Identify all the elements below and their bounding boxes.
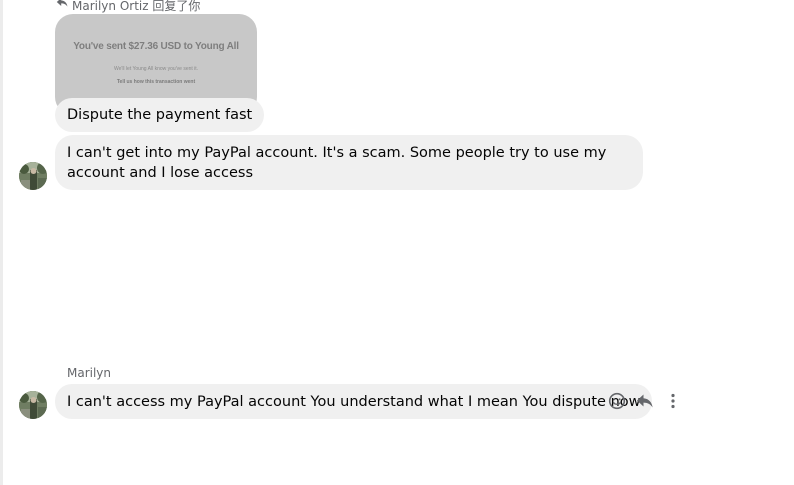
reply-arrow-icon [636,393,654,409]
reply-header: Marilyn Ortiz 回复了你 [56,0,201,13]
thread-left-border [0,0,3,485]
message-bubble[interactable]: I can't get into my PayPal account. It's… [55,135,643,190]
reply-button[interactable] [634,390,656,412]
smiley-reaction-icon [608,392,626,410]
message-text: Dispute the payment fast [67,107,253,123]
more-options-button[interactable] [662,390,684,412]
message-text: I can't access my PayPal account You und… [67,393,641,410]
avatar[interactable] [19,162,47,190]
message-actions [606,390,690,412]
screenshot-subtext: We'll let Young All know you've sent it. [113,66,199,72]
screenshot-headline: You've sent $27.36 USD to Young All [73,41,239,52]
avatar[interactable] [19,391,47,419]
more-vertical-icon [670,393,676,409]
reply-header-text: Marilyn Ortiz 回复了你 [72,0,201,13]
react-button[interactable] [606,390,628,412]
message-text: I can't get into my PayPal account. It's… [67,145,607,181]
message-bubble[interactable]: I can't access my PayPal account You und… [55,384,652,419]
sender-name: Marilyn [67,366,112,380]
message-bubble[interactable]: Dispute the payment fast [55,98,265,132]
reply-arrow-icon [56,0,72,11]
screenshot-link: Tell us how this transaction went [116,79,196,85]
